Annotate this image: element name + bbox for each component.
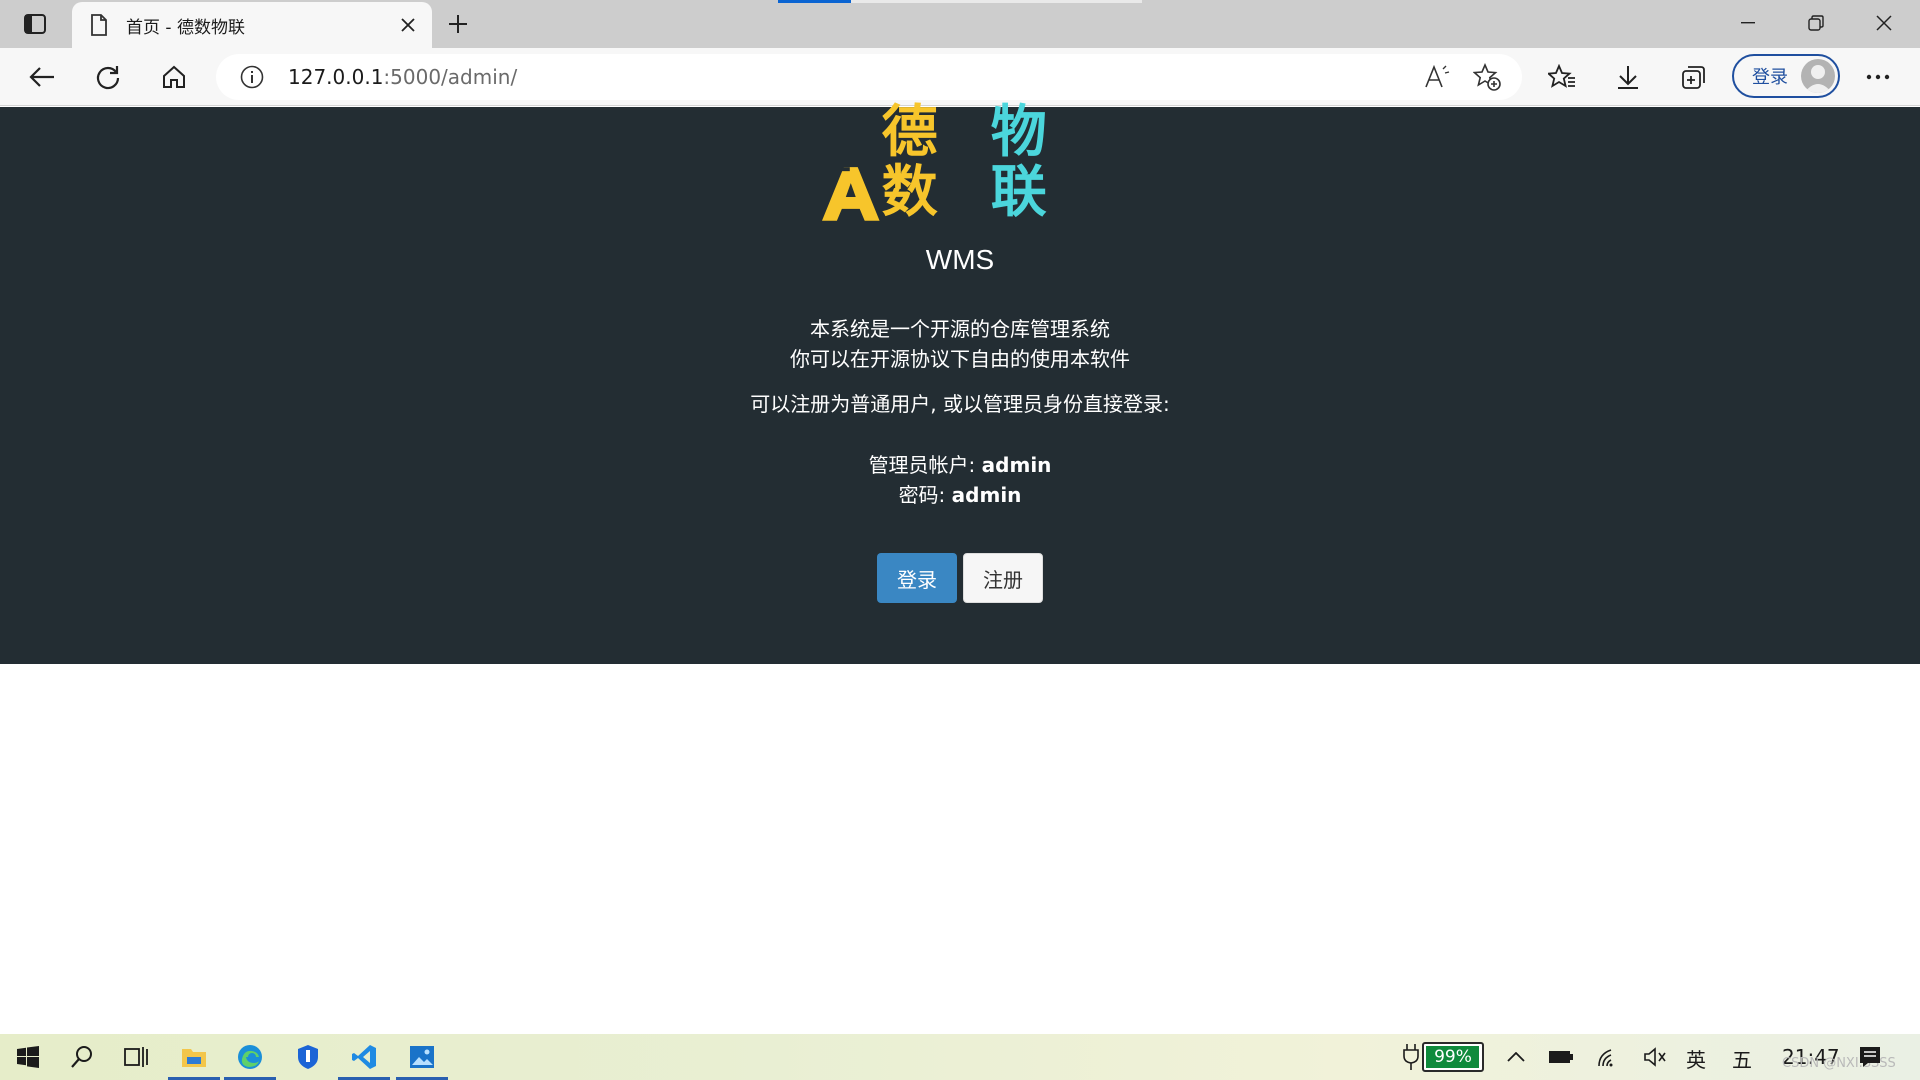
url-text[interactable]: 127.0.0.1:5000/admin/: [288, 65, 517, 89]
collections-icon: [1682, 66, 1705, 89]
ime-language[interactable]: 英: [1686, 1044, 1706, 1073]
collections-button[interactable]: [1674, 57, 1714, 97]
favorites-star-icon: [1548, 64, 1575, 88]
logo-text-cyan: 物联: [990, 100, 1047, 225]
login-button[interactable]: 登录: [877, 553, 957, 603]
page-load-progress-fill: [778, 0, 851, 3]
battery-indicator[interactable]: 99%: [1422, 1042, 1484, 1072]
admin-account-info: 管理员帐户: admin: [0, 449, 1920, 478]
minimize-button[interactable]: [1714, 0, 1782, 46]
logo-mark-icon: [821, 167, 880, 221]
taskbar-edge[interactable]: [222, 1034, 278, 1080]
restore-icon: [1808, 15, 1824, 31]
search-button[interactable]: [54, 1034, 110, 1080]
browser-toolbar: 127.0.0.1:5000/admin/ 登录: [0, 48, 1920, 106]
search-icon: [71, 1046, 92, 1068]
logo-text-yellow: 德数: [881, 100, 938, 225]
password-value: admin: [951, 483, 1022, 507]
back-button[interactable]: [22, 57, 62, 97]
close-tab-icon[interactable]: [390, 7, 426, 43]
battery-percent: 99%: [1434, 1047, 1472, 1067]
admin-password-info: 密码: admin: [0, 479, 1920, 508]
close-window-button[interactable]: [1850, 0, 1918, 46]
account-label: 管理员帐户:: [868, 453, 982, 477]
restore-button[interactable]: [1782, 0, 1850, 46]
refresh-icon: [96, 66, 120, 90]
minimize-icon: [1741, 22, 1755, 24]
windows-logo-icon: [17, 1046, 39, 1068]
signin-label: 登录: [1752, 67, 1788, 88]
browser-tab[interactable]: 首页 - 德数物联: [72, 2, 432, 48]
description-line-2: 你可以在开源协议下自由的使用本软件: [790, 347, 1130, 371]
tray-battery-status[interactable]: [1536, 1034, 1586, 1080]
ime-mode[interactable]: 五: [1732, 1044, 1752, 1073]
task-view-button[interactable]: [108, 1034, 164, 1080]
tab-title: 首页 - 德数物联: [126, 17, 245, 38]
taskbar-photos[interactable]: [394, 1034, 450, 1080]
photos-icon: [410, 1046, 434, 1068]
battery-icon: [1549, 1051, 1573, 1063]
url-path: :5000/admin/: [383, 65, 518, 89]
add-favorite-icon[interactable]: [1472, 62, 1502, 92]
address-bar[interactable]: 127.0.0.1:5000/admin/: [216, 54, 1522, 100]
volume-muted-icon: [1644, 1047, 1666, 1067]
chevron-up-icon: [1507, 1052, 1525, 1062]
taskbar-file-explorer[interactable]: [166, 1034, 222, 1080]
windows-taskbar: 99% 英 五 21:47 CSDN @NXI.SSSS: [0, 1034, 1920, 1080]
plus-icon: [449, 15, 467, 33]
home-button[interactable]: [154, 57, 194, 97]
site-info-icon[interactable]: [238, 63, 266, 91]
register-button[interactable]: 注册: [963, 553, 1043, 603]
description-line-3: 可以注册为普通用户, 或以管理员身份直接登录:: [750, 392, 1170, 416]
notification-center-button[interactable]: [1842, 1034, 1898, 1080]
favorites-button[interactable]: [1542, 57, 1582, 97]
tab-strip: 首页 - 德数物联: [0, 0, 1920, 48]
back-arrow-icon: [29, 67, 54, 87]
start-button[interactable]: [0, 1034, 56, 1080]
tab-actions-icon: [24, 14, 46, 34]
task-view-icon: [124, 1047, 148, 1067]
download-icon: [1618, 66, 1638, 89]
taskbar-vscode[interactable]: [336, 1034, 392, 1080]
profile-signin-button[interactable]: 登录: [1732, 54, 1840, 98]
refresh-button[interactable]: [88, 57, 128, 97]
notification-icon: [1860, 1047, 1880, 1067]
downloads-button[interactable]: [1608, 57, 1648, 97]
tray-network[interactable]: [1586, 1034, 1632, 1080]
settings-more-button[interactable]: [1858, 57, 1898, 97]
edge-browser-icon: [238, 1045, 262, 1069]
home-icon: [163, 65, 185, 88]
file-explorer-icon: [182, 1049, 206, 1067]
shield-icon: [298, 1045, 318, 1069]
taskbar-defender[interactable]: [280, 1034, 336, 1080]
page-document-icon: [88, 13, 110, 37]
close-icon: [1876, 15, 1892, 31]
avatar-icon: [1801, 59, 1835, 93]
page-load-progress: [778, 0, 1142, 3]
tray-volume[interactable]: [1632, 1034, 1678, 1080]
url-host: 127.0.0.1: [288, 65, 384, 89]
new-tab-button[interactable]: [438, 6, 478, 42]
wifi-icon: [1598, 1049, 1613, 1067]
company-logo: 德数 物联: [820, 103, 1100, 223]
page-subtitle: WMS: [925, 244, 995, 275]
vscode-icon: [352, 1045, 376, 1069]
tab-actions-button[interactable]: [12, 8, 58, 40]
account-value: admin: [981, 453, 1052, 477]
description-line-1: 本系统是一个开源的仓库管理系统: [810, 317, 1110, 341]
password-label: 密码:: [898, 483, 952, 507]
landing-hero: 德数 物联 WMS 本系统是一个开源的仓库管理系统 你可以在开源协议下自由的使用本…: [0, 103, 1920, 664]
read-aloud-icon[interactable]: [1422, 63, 1452, 91]
more-dots-icon: [1866, 74, 1890, 80]
